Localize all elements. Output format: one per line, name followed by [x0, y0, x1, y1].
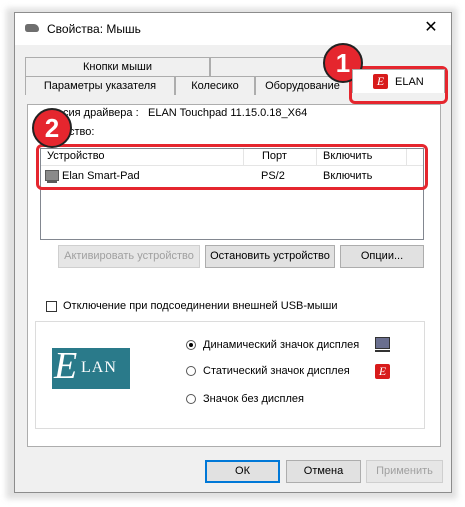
driver-version-value: ELAN Touchpad 11.15.0.18_X64 — [148, 107, 308, 119]
activate-device-button[interactable]: Активировать устройство — [58, 245, 200, 268]
tab-mouse-buttons[interactable]: Кнопки мыши — [25, 57, 210, 76]
tab-label: Параметры указателя — [43, 80, 157, 92]
radio-static-icon[interactable] — [186, 366, 196, 376]
radio-no-display-label: Значок без дисплея — [203, 393, 304, 405]
window-title: Свойства: Мышь — [47, 22, 141, 36]
elan-red-icon: E — [373, 74, 388, 89]
tab-wheel[interactable]: Колесико — [175, 76, 255, 95]
tab-label: Оборудование — [265, 80, 340, 92]
elan-logo: E LAN — [52, 345, 130, 389]
apply-button[interactable]: Применить — [366, 460, 443, 483]
tab-label: Колесико — [191, 80, 239, 92]
cancel-button[interactable]: Отмена — [286, 460, 361, 483]
ok-button[interactable]: ОК — [205, 460, 280, 483]
title-bar: Свойства: Мышь ✕ — [15, 13, 451, 45]
logo-text: LAN — [81, 359, 117, 376]
radio-no-display[interactable] — [186, 394, 196, 404]
stop-device-button[interactable]: Остановить устройство — [205, 245, 335, 268]
tab-elan[interactable]: E ELAN — [352, 69, 445, 93]
dynamic-display-icon — [375, 337, 390, 352]
logo-letter: E — [54, 345, 78, 387]
tab-pointer-options[interactable]: Параметры указателя — [25, 76, 175, 95]
radio-dynamic-label: Динамический значок дисплея — [203, 339, 360, 351]
mouse-icon — [25, 24, 39, 32]
usb-disable-checkbox[interactable] — [46, 301, 57, 312]
step-badge-2: 2 — [32, 108, 72, 148]
driver-version-label: сия драйвера : — [63, 107, 139, 119]
radio-static-label: Статический значок дисплея — [203, 365, 350, 377]
highlight-device-row — [36, 144, 428, 190]
static-display-icon: E — [375, 364, 390, 379]
devices-label: ство: — [69, 126, 95, 138]
tab-label: ELAN — [395, 76, 424, 88]
tab-label: Кнопки мыши — [82, 61, 152, 73]
usb-disable-label: Отключение при подсоединении внешней USB… — [63, 300, 338, 312]
options-button[interactable]: Опции... — [340, 245, 424, 268]
close-button[interactable]: ✕ — [419, 17, 443, 39]
radio-dynamic-icon[interactable] — [186, 340, 196, 350]
